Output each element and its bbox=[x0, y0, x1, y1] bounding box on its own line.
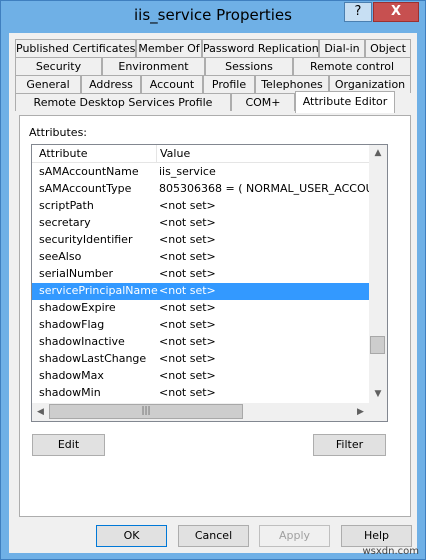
edit-button[interactable]: Edit bbox=[32, 434, 105, 456]
attribute-name: serialNumber bbox=[39, 267, 114, 280]
attributes-label: Attributes: bbox=[29, 126, 88, 139]
tab-member-of[interactable]: Member Of bbox=[136, 39, 202, 57]
list-item[interactable]: seeAlso <not set> bbox=[32, 249, 369, 266]
list-item[interactable]: shadowInactive <not set> bbox=[32, 334, 369, 351]
attribute-name: seeAlso bbox=[39, 250, 82, 263]
list-item[interactable]: serialNumber <not set> bbox=[32, 266, 369, 283]
attribute-value: <not set> bbox=[159, 386, 216, 399]
tab-security[interactable]: Security bbox=[15, 57, 102, 75]
tab-password-replication[interactable]: Password Replication bbox=[202, 39, 319, 57]
scroll-down-icon[interactable]: ▼ bbox=[369, 386, 387, 403]
list-rows: sAMAccountName iis_service sAMAccountType 8… bbox=[32, 164, 369, 402]
vertical-scrollbar[interactable]: ▲ ▼ bbox=[369, 145, 387, 403]
scroll-left-icon[interactable]: ◀ bbox=[32, 403, 49, 421]
tab-address[interactable]: Address bbox=[81, 75, 141, 93]
list-item[interactable]: securityIdentifier <not set> bbox=[32, 232, 369, 249]
column-header-value[interactable]: Value bbox=[160, 147, 190, 160]
attribute-value: <not set> bbox=[159, 352, 216, 365]
column-header-attribute[interactable]: Attribute bbox=[39, 147, 88, 160]
tab-remote-control[interactable]: Remote control bbox=[293, 57, 411, 75]
attribute-value: <not set> bbox=[159, 335, 216, 348]
list-item[interactable]: shadowLastChange <not set> bbox=[32, 351, 369, 368]
list-header: Attribute Value bbox=[32, 145, 369, 163]
tab-com-plus[interactable]: COM+ bbox=[231, 93, 295, 111]
attribute-value: 805306368 = ( NORMAL_USER_ACCOUNT bbox=[159, 182, 369, 195]
tab-object[interactable]: Object bbox=[365, 39, 411, 57]
scrollbar-corner bbox=[369, 403, 387, 421]
attribute-name: shadowMax bbox=[39, 369, 104, 382]
properties-window: iis_service Properties ? X Published Cer… bbox=[0, 0, 426, 560]
attribute-value: <not set> bbox=[159, 267, 216, 280]
tab-attribute-editor[interactable]: Attribute Editor bbox=[295, 91, 395, 113]
list-item[interactable]: shadowFlag <not set> bbox=[32, 317, 369, 334]
list-item[interactable]: shadowMin <not set> bbox=[32, 385, 369, 402]
tab-account[interactable]: Account bbox=[141, 75, 203, 93]
tab-dial-in[interactable]: Dial-in bbox=[319, 39, 365, 57]
attributes-list[interactable]: Attribute Value sAMAccountName iis_servic… bbox=[31, 144, 388, 422]
list-item[interactable]: secretary <not set> bbox=[32, 215, 369, 232]
apply-button[interactable]: Apply bbox=[259, 525, 330, 547]
list-item[interactable]: sAMAccountName iis_service bbox=[32, 164, 369, 181]
close-button[interactable]: X bbox=[373, 2, 419, 22]
list-item[interactable]: scriptPath <not set> bbox=[32, 198, 369, 215]
attribute-name: securityIdentifier bbox=[39, 233, 133, 246]
list-item[interactable]: servicePrincipalName <not set> bbox=[32, 283, 369, 300]
attribute-name: sAMAccountName bbox=[39, 165, 139, 178]
attribute-name: shadowInactive bbox=[39, 335, 125, 348]
attribute-value: iis_service bbox=[159, 165, 216, 178]
attribute-name: shadowMin bbox=[39, 386, 101, 399]
help-button[interactable]: Help bbox=[341, 525, 412, 547]
attribute-name: secretary bbox=[39, 216, 91, 229]
filter-button[interactable]: Filter bbox=[313, 434, 386, 456]
vertical-scroll-thumb[interactable] bbox=[370, 336, 385, 354]
horizontal-scroll-thumb[interactable]: ||| bbox=[49, 404, 243, 419]
title-bar[interactable]: iis_service Properties ? X bbox=[1, 1, 425, 33]
tab-profile[interactable]: Profile bbox=[203, 75, 255, 93]
attribute-value: <not set> bbox=[159, 301, 216, 314]
tab-environment[interactable]: Environment bbox=[102, 57, 205, 75]
tab-sessions[interactable]: Sessions bbox=[205, 57, 293, 75]
scroll-right-icon[interactable]: ▶ bbox=[352, 403, 369, 421]
scroll-up-icon[interactable]: ▲ bbox=[369, 145, 387, 162]
attribute-name: scriptPath bbox=[39, 199, 94, 212]
attribute-value: <not set> bbox=[159, 318, 216, 331]
horizontal-scrollbar[interactable]: ◀ ||| ▶ bbox=[32, 403, 369, 421]
attribute-value: <not set> bbox=[159, 369, 216, 382]
column-divider[interactable] bbox=[156, 145, 157, 163]
list-item[interactable]: shadowExpire <not set> bbox=[32, 300, 369, 317]
attribute-name: sAMAccountType bbox=[39, 182, 132, 195]
attribute-value: <not set> bbox=[159, 199, 216, 212]
attribute-value: <not set> bbox=[159, 216, 216, 229]
ok-button[interactable]: OK bbox=[96, 525, 167, 547]
attribute-value: <not set> bbox=[159, 250, 216, 263]
tab-general[interactable]: General bbox=[15, 75, 81, 93]
attribute-name: shadowLastChange bbox=[39, 352, 147, 365]
tab-published-certificates[interactable]: Published Certificates bbox=[15, 39, 136, 57]
attribute-name: shadowExpire bbox=[39, 301, 116, 314]
watermark: wsxdn.com bbox=[362, 546, 419, 557]
cancel-button[interactable]: Cancel bbox=[178, 525, 249, 547]
list-item[interactable]: shadowMax <not set> bbox=[32, 368, 369, 385]
attribute-value: <not set> bbox=[159, 284, 216, 297]
attribute-name: servicePrincipalName bbox=[39, 284, 158, 297]
attribute-value: <not set> bbox=[159, 233, 216, 246]
help-title-button[interactable]: ? bbox=[344, 2, 372, 22]
attribute-name: shadowFlag bbox=[39, 318, 105, 331]
list-item[interactable]: sAMAccountType 805306368 = ( NORMAL_USER_… bbox=[32, 181, 369, 198]
tab-remote-desktop-services-profile[interactable]: Remote Desktop Services Profile bbox=[15, 93, 231, 111]
